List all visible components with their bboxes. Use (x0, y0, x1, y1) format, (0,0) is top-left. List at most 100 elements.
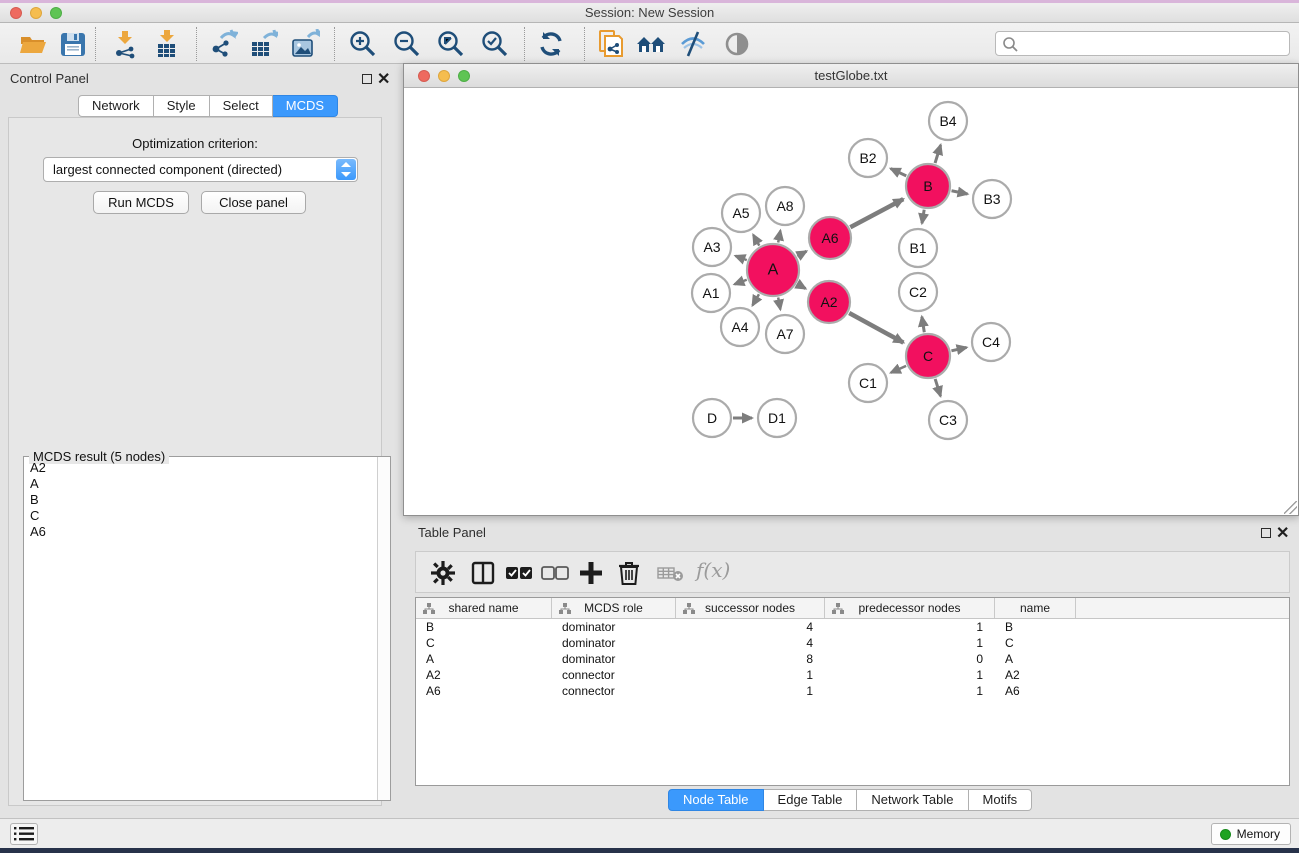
mcds-result-list[interactable]: A2ABCA6 (25, 460, 377, 798)
graph-edge-C-C2[interactable] (922, 317, 924, 333)
save-session-icon[interactable] (58, 29, 88, 59)
table-row[interactable]: A6connector11A6 (416, 683, 1289, 699)
table-cell[interactable]: dominator (552, 635, 676, 651)
close-panel-button[interactable]: Close panel (201, 191, 306, 214)
table-cell[interactable]: 1 (825, 635, 995, 651)
zoom-traffic-light[interactable] (50, 7, 62, 19)
open-session-icon[interactable] (18, 29, 48, 59)
table-cell[interactable]: 8 (676, 651, 825, 667)
tab-motifs[interactable]: Motifs (969, 789, 1033, 811)
mcds-result-item[interactable]: A (25, 476, 377, 492)
column-header-mcds-role[interactable]: MCDS role (552, 598, 676, 618)
graph-edge-C-C3[interactable] (935, 379, 940, 396)
tab-network[interactable]: Network (78, 95, 154, 117)
export-table-icon[interactable] (248, 29, 278, 59)
tab-network-table[interactable]: Network Table (857, 789, 968, 811)
search-input[interactable] (1022, 33, 1282, 54)
import-network-icon[interactable] (110, 29, 140, 59)
run-mcds-button[interactable]: Run MCDS (93, 191, 189, 214)
column-header-name[interactable]: name (995, 598, 1076, 618)
table-cell[interactable]: C (416, 635, 552, 651)
table-row[interactable]: Bdominator41B (416, 619, 1289, 635)
task-history-button[interactable] (10, 823, 38, 845)
export-image-icon[interactable] (290, 29, 320, 59)
table-cell[interactable]: 1 (676, 667, 825, 683)
table-panel-float-icon[interactable] (1261, 528, 1271, 538)
graph-edge-B-B2[interactable] (891, 169, 907, 176)
control-panel-close-icon[interactable]: ✕ (377, 69, 390, 89)
table-row[interactable]: Adominator80A (416, 651, 1289, 667)
table-cell[interactable]: A2 (995, 667, 1076, 683)
control-panel-float-icon[interactable] (362, 74, 372, 84)
table-cell[interactable]: 4 (676, 619, 825, 635)
table-cell[interactable]: C (995, 635, 1076, 651)
table-cell[interactable]: A (995, 651, 1076, 667)
table-cell[interactable]: dominator (552, 651, 676, 667)
graph-edge-C-C1[interactable] (891, 366, 906, 373)
network-window-titlebar[interactable]: testGlobe.txt (404, 64, 1298, 88)
graph-edge-A-A6[interactable] (797, 251, 806, 256)
minimize-traffic-light[interactable] (30, 7, 42, 19)
table-cell[interactable]: A6 (995, 683, 1076, 699)
network-minimize-traffic-light[interactable] (438, 70, 450, 82)
table-cell[interactable]: B (416, 619, 552, 635)
graph-edge-A-A1[interactable] (734, 280, 746, 285)
graph-edge-A-A5[interactable] (753, 235, 759, 246)
table-cell[interactable]: connector (552, 667, 676, 683)
graph-edge-A-A8[interactable] (778, 231, 780, 243)
import-table-icon[interactable] (152, 29, 182, 59)
table-row[interactable]: A2connector11A2 (416, 667, 1289, 683)
graph-edge-A-A4[interactable] (753, 294, 759, 305)
select-all-icon[interactable] (504, 560, 530, 586)
mcds-result-item[interactable]: A2 (25, 460, 377, 476)
table-cell[interactable]: 1 (825, 667, 995, 683)
table-cell[interactable]: 1 (676, 683, 825, 699)
delete-trash-icon[interactable] (616, 560, 642, 586)
graph-edge-B-B1[interactable] (922, 210, 924, 224)
hide-selection-icon[interactable] (678, 29, 708, 59)
tab-select[interactable]: Select (210, 95, 273, 117)
column-header-successor-nodes[interactable]: successor nodes (676, 598, 825, 618)
show-all-icon[interactable] (722, 29, 752, 59)
graph-edge-A6-B[interactable] (850, 199, 903, 227)
table-cell[interactable]: connector (552, 683, 676, 699)
column-header-predecessor-nodes[interactable]: predecessor nodes (825, 598, 995, 618)
table-cell[interactable]: 1 (825, 683, 995, 699)
table-panel-close-icon[interactable]: ✕ (1276, 523, 1289, 543)
new-network-from-selection-icon[interactable] (596, 29, 626, 59)
function-builder-icon[interactable]: f(x) (696, 558, 730, 582)
graph-edge-A-A3[interactable] (735, 256, 746, 260)
table-cell[interactable]: 4 (676, 635, 825, 651)
unselect-all-icon[interactable] (540, 560, 566, 586)
graph-edge-A-A7[interactable] (778, 298, 780, 310)
zoom-fit-icon[interactable] (436, 29, 466, 59)
refresh-icon[interactable] (536, 29, 566, 59)
mcds-result-item[interactable]: C (25, 508, 377, 524)
column-header-shared-name[interactable]: shared name (416, 598, 552, 618)
graph-edge-B-B4[interactable] (935, 145, 941, 163)
mcds-result-item[interactable]: B (25, 492, 377, 508)
tab-node-table[interactable]: Node Table (668, 789, 764, 811)
table-row[interactable]: Cdominator41C (416, 635, 1289, 651)
zoom-selected-icon[interactable] (480, 29, 510, 59)
table-cell[interactable]: A2 (416, 667, 552, 683)
zoom-out-icon[interactable] (392, 29, 422, 59)
table-cell[interactable]: A6 (416, 683, 552, 699)
mcds-result-scrollbar[interactable] (377, 457, 390, 800)
table-cell[interactable]: A (416, 651, 552, 667)
first-neighbors-icon[interactable] (636, 29, 666, 59)
table-cell[interactable]: 0 (825, 651, 995, 667)
mcds-result-item[interactable]: A6 (25, 524, 377, 540)
close-traffic-light[interactable] (10, 7, 22, 19)
memory-button[interactable]: Memory (1211, 823, 1291, 845)
tab-edge-table[interactable]: Edge Table (764, 789, 858, 811)
tab-style[interactable]: Style (154, 95, 210, 117)
window-resize-grip[interactable] (1284, 501, 1297, 514)
criterion-dropdown[interactable]: largest connected component (directed) (43, 157, 358, 182)
graph-edge-B-B3[interactable] (952, 191, 968, 194)
table-cell[interactable]: dominator (552, 619, 676, 635)
network-close-traffic-light[interactable] (418, 70, 430, 82)
table-cell[interactable]: B (995, 619, 1076, 635)
search-field[interactable] (995, 31, 1290, 56)
graph-edge-A-A2[interactable] (797, 284, 805, 289)
